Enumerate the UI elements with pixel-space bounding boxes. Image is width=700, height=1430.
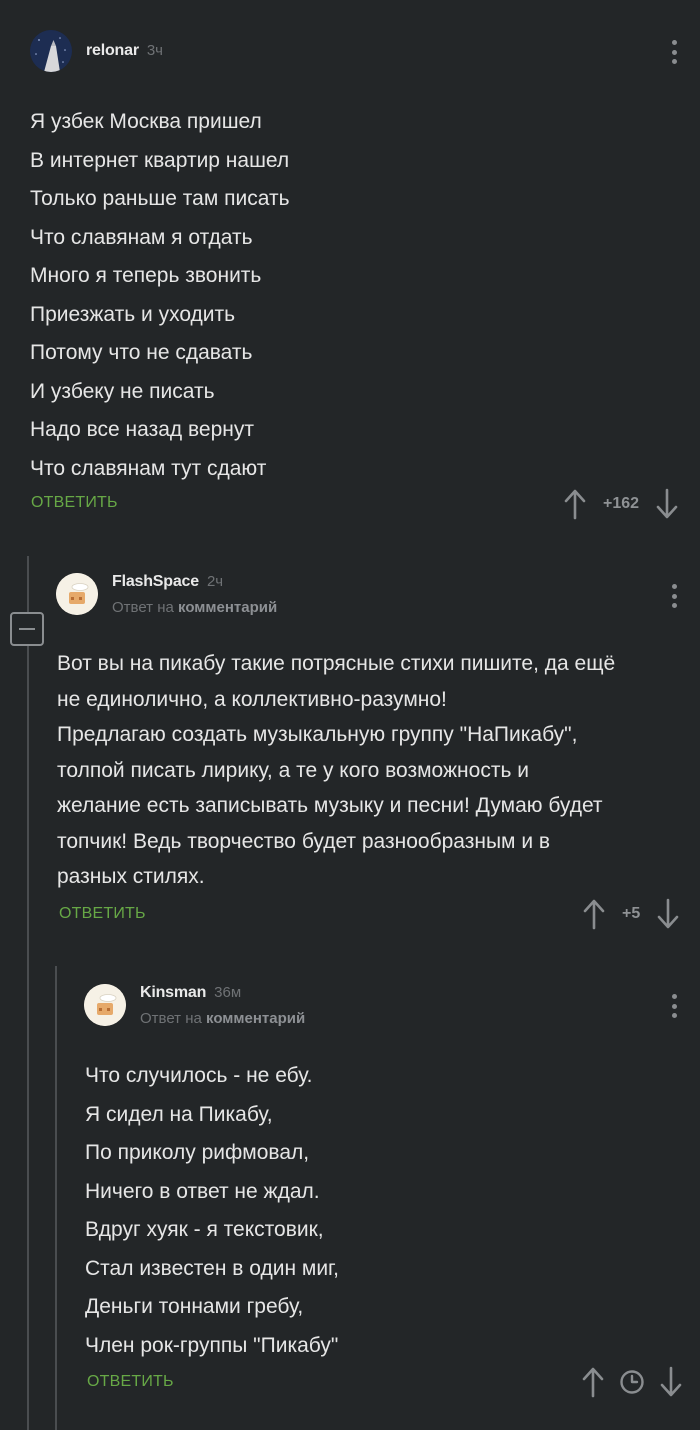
reply-to-prefix: Ответ на: [140, 1009, 202, 1027]
comment-line: Что славянам я отдать: [30, 225, 253, 249]
username[interactable]: Kinsman: [140, 984, 206, 1002]
reply-to-target[interactable]: комментарий: [178, 599, 277, 616]
vote-controls: [581, 1366, 683, 1398]
comment-line: И узбеку не писать: [30, 379, 215, 403]
comment-meta: Kinsman 36м Ответ на комментарий: [140, 984, 305, 1027]
comment-line: Я узбек Москва пришел: [30, 110, 262, 133]
comment-line: Потому что не сдавать: [30, 341, 253, 364]
reply-button[interactable]: ОТВЕТИТЬ: [31, 494, 118, 512]
comment-line: По приколу рифмовал,: [85, 1141, 310, 1164]
username[interactable]: FlashSpace: [112, 573, 199, 591]
thread-line-level-1[interactable]: [27, 556, 29, 1430]
comment-line: разных стилях.: [57, 865, 205, 888]
comment-line: Надо все назад вернут: [30, 418, 254, 441]
vote-controls: +5: [582, 898, 680, 930]
comment-header: Kinsman 36м Ответ на комментарий: [84, 983, 305, 1027]
comment-line: Предлагаю создать музыкальную группу "На…: [57, 723, 578, 746]
collapse-minus-icon[interactable]: [10, 612, 44, 646]
comment-line: не единолично, а коллективно-разумно!: [57, 687, 447, 711]
avatar[interactable]: [84, 984, 126, 1026]
username[interactable]: relonar: [86, 42, 139, 60]
comment-line: Много я теперь звонить: [30, 264, 262, 287]
clock-icon: [620, 1370, 644, 1394]
reply-to-link[interactable]: Ответ на комментарий: [112, 599, 277, 616]
comment-meta: FlashSpace 2ч Ответ на комментарий: [112, 573, 277, 616]
kebab-menu-icon[interactable]: [664, 581, 684, 611]
timestamp: 2ч: [206, 572, 224, 590]
timestamp: 3ч: [146, 42, 164, 59]
thread-line-level-2[interactable]: [55, 966, 57, 1430]
timestamp: 36м: [214, 983, 242, 1001]
comment-line: толпой писать лирику, а те у кого возмож…: [57, 758, 529, 782]
comment-line: Приезжать и уходить: [30, 302, 236, 326]
reply-to-prefix: Ответ на: [112, 598, 174, 616]
vote-controls: +162: [563, 488, 679, 520]
avatar[interactable]: [56, 573, 98, 615]
reply-button[interactable]: ОТВЕТИТЬ: [59, 905, 146, 923]
comment-line: Что случилось - не ебу.: [85, 1064, 313, 1087]
kebab-menu-icon[interactable]: [664, 37, 684, 67]
comment-header: FlashSpace 2ч Ответ на комментарий: [56, 572, 277, 616]
vote-count: +162: [603, 495, 640, 512]
comment-line: В интернет квартир нашел: [30, 148, 290, 172]
avatar[interactable]: [30, 30, 72, 72]
arrow-up-icon[interactable]: [563, 488, 587, 520]
comment-line: Что славянам тут сдают: [30, 456, 267, 480]
comments-page: relonar 3ч Я узбек Москва пришел В интер…: [0, 0, 700, 1430]
arrow-down-icon[interactable]: [659, 1366, 683, 1398]
arrow-up-icon[interactable]: [581, 1366, 605, 1398]
comment-header: relonar 3ч: [30, 29, 163, 73]
arrow-up-icon[interactable]: [582, 898, 606, 930]
arrow-down-icon[interactable]: [656, 898, 680, 930]
comment-line: Вот вы на пикабу такие потрясные стихи п…: [57, 652, 616, 675]
reply-to-link[interactable]: Ответ на комментарий: [140, 1010, 305, 1027]
arrow-down-icon[interactable]: [655, 488, 679, 520]
comment-line: Я сидел на Пикабу,: [85, 1102, 273, 1126]
comment-line: Деньги тоннами гребу,: [85, 1295, 304, 1318]
comment-line: Стал известен в один миг,: [85, 1256, 339, 1280]
comment-body: Я узбек Москва пришел В интернет квартир…: [30, 103, 290, 488]
comment-line: желание есть записывать музыку и песни! …: [57, 794, 603, 817]
comment-line: Только раньше там писать: [30, 187, 290, 210]
comment-line: топчик! Ведь творчество будет разнообраз…: [57, 829, 551, 853]
comment-line: Ничего в ответ не ждал.: [85, 1179, 320, 1203]
reply-button[interactable]: ОТВЕТИТЬ: [87, 1373, 174, 1391]
comment-meta: relonar 3ч: [86, 42, 163, 60]
vote-count: +5: [622, 905, 641, 922]
comment-body: Что случилось - не ебу. Я сидел на Пикаб…: [85, 1057, 339, 1365]
comment-line: Вдруг хуяк - я текстовик,: [85, 1218, 324, 1241]
comment-body: Вот вы на пикабу такие потрясные стихи п…: [57, 646, 615, 895]
kebab-menu-icon[interactable]: [664, 991, 684, 1021]
reply-to-target[interactable]: комментарий: [206, 1010, 305, 1027]
comment-line: Член рок-группы "Пикабу": [85, 1333, 339, 1357]
